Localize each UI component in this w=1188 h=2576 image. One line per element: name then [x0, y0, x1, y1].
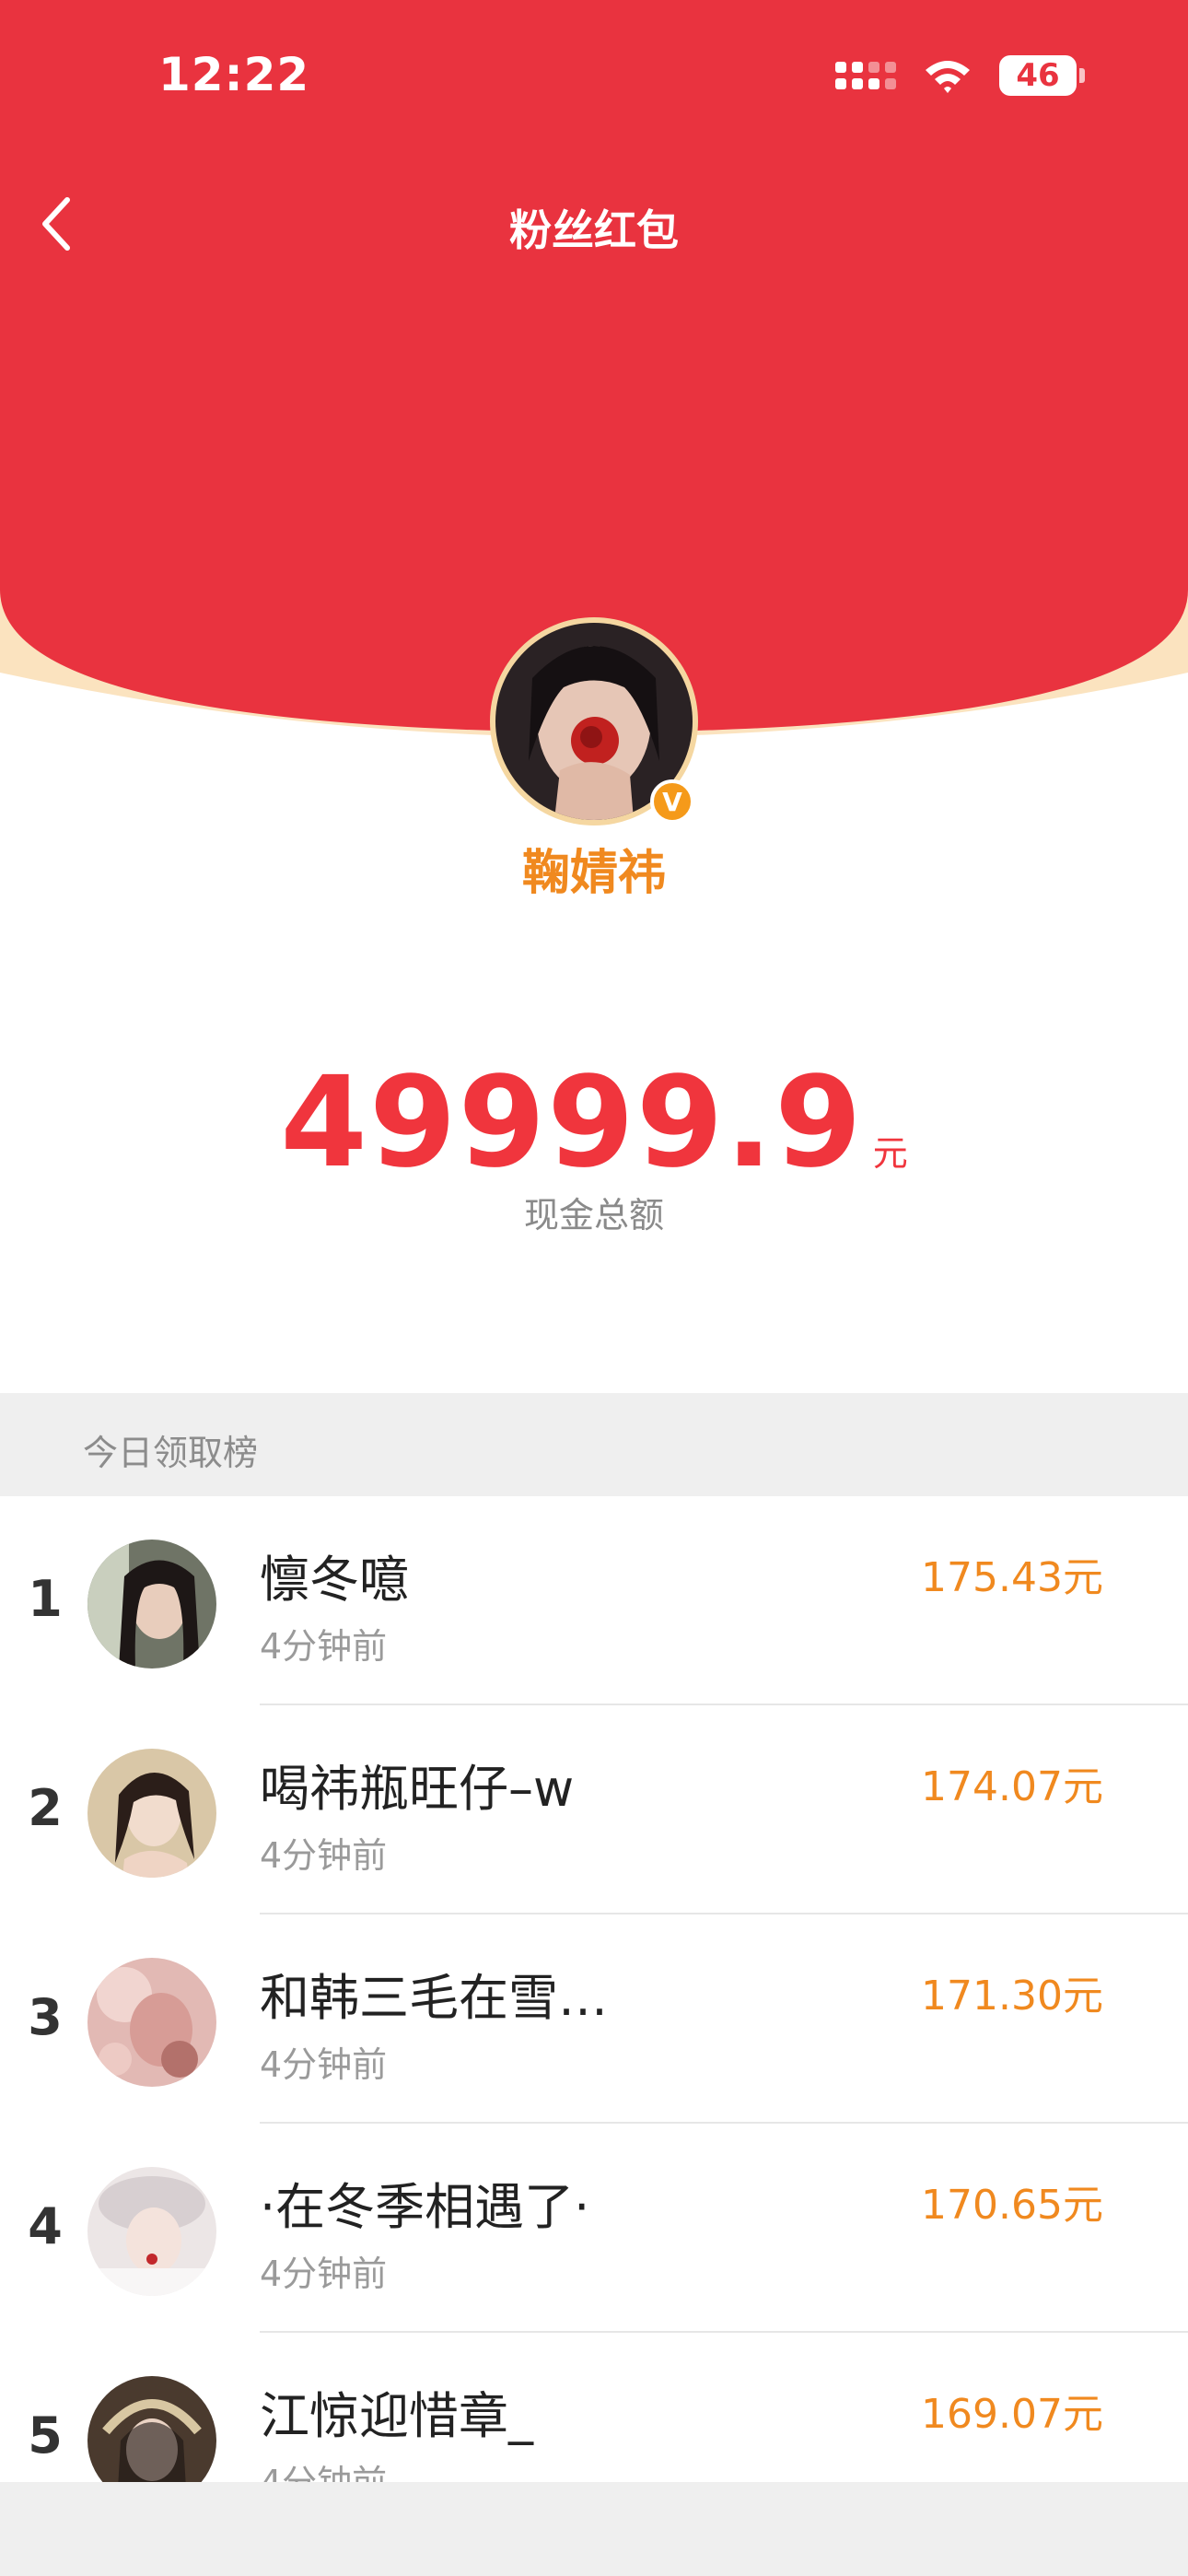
amount-label: 现金总额	[523, 1195, 664, 1235]
total-amount: 49999.9 元	[0, 1050, 1188, 1196]
claim-time: 4分钟前	[260, 2044, 388, 2085]
list-item[interactable]: 1 懔冬噫 4分钟前 175.43元	[0, 1496, 1188, 1705]
status-time: 12:22	[158, 48, 310, 101]
list-item[interactable]: 4 ·在冬季相遇了· 4分钟前 170.65元	[0, 2124, 1188, 2333]
claim-time: 4分钟前	[260, 2254, 388, 2294]
rank-number: 2	[28, 1779, 63, 1837]
battery-icon: 46	[999, 55, 1085, 96]
leaderboard-list: 1 懔冬噫 4分钟前 175.43元 2 喝祎瓶旺仔–w 4分钟前 174.07	[0, 1496, 1188, 2542]
sender-avatar[interactable]: V	[490, 617, 698, 825]
claim-amount: 169.07元	[921, 2391, 1103, 2438]
avatar[interactable]	[87, 1540, 216, 1669]
leaderboard-title: 今日领取榜	[83, 1433, 259, 1473]
claim-amount: 171.30元	[921, 1973, 1103, 2020]
amount-value: 49999.9	[280, 1050, 864, 1196]
user-name: 江惊迎惜章_	[260, 2387, 533, 2445]
status-icons: 46	[835, 55, 1085, 96]
amount-unit: 元	[872, 1133, 908, 1174]
rank-number: 3	[28, 1988, 63, 2046]
rank-number: 4	[28, 2197, 63, 2255]
rank-number: 5	[28, 2406, 63, 2465]
claim-time: 4分钟前	[260, 1626, 388, 1667]
leaderboard-header: 今日领取榜	[0, 1393, 1188, 1496]
user-name: 和韩三毛在雪…	[260, 1969, 608, 2027]
avatar[interactable]	[87, 1958, 216, 2087]
rank-number: 1	[28, 1570, 63, 1628]
user-name: ·在冬季相遇了·	[260, 2178, 590, 2236]
bottom-bar	[0, 2482, 1188, 2576]
list-item[interactable]: 3 和韩三毛在雪… 4分钟前 171.30元	[0, 1914, 1188, 2124]
cellular-signal-icon	[835, 62, 896, 89]
verified-badge-icon: V	[650, 779, 694, 824]
claim-amount: 174.07元	[921, 1763, 1103, 1810]
claim-amount: 175.43元	[921, 1554, 1103, 1601]
page-title: 粉丝红包	[509, 205, 679, 255]
list-item[interactable]: 2 喝祎瓶旺仔–w 4分钟前 174.07元	[0, 1705, 1188, 1914]
battery-level: 46	[999, 55, 1077, 96]
avatar[interactable]	[87, 1749, 216, 1878]
wifi-icon	[926, 61, 970, 93]
claim-amount: 170.65元	[921, 2182, 1103, 2229]
status-bar: 12:22 46	[0, 0, 1188, 157]
user-name: 喝祎瓶旺仔–w	[260, 1760, 575, 1818]
avatar[interactable]	[87, 2167, 216, 2296]
claim-time: 4分钟前	[260, 1835, 388, 1876]
user-name: 懔冬噫	[260, 1551, 409, 1609]
nav-bar: 粉丝红包	[0, 175, 1188, 276]
sender-name[interactable]: 鞠婧祎	[0, 834, 1188, 903]
